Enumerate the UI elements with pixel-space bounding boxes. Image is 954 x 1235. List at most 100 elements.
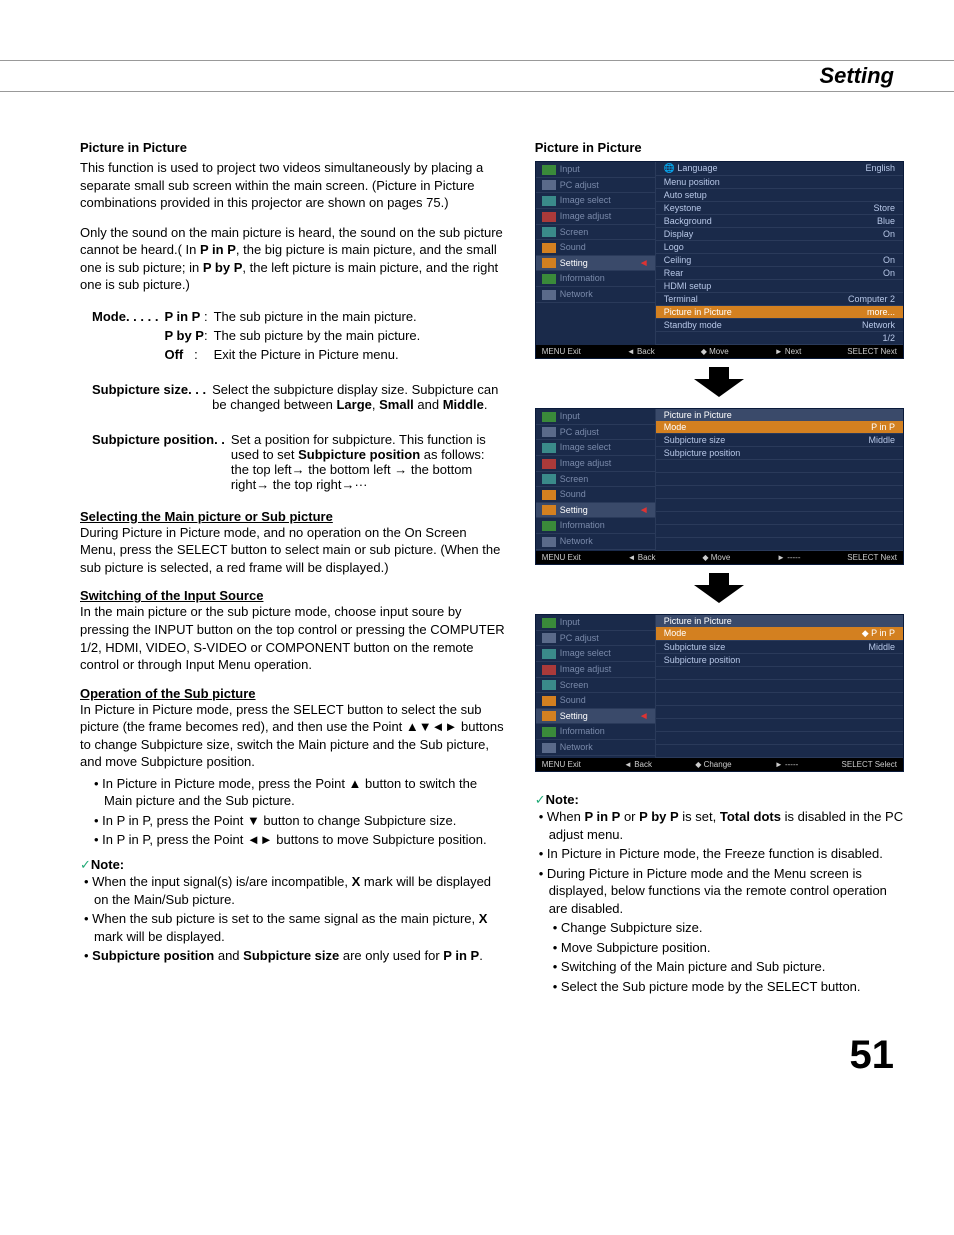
text: as follows: — [420, 447, 484, 462]
osd-footer: MENU Exit◄ Back◆ Move► NextSELECT Next — [536, 345, 903, 358]
osd-row-label: Subpicture position — [664, 448, 741, 458]
osd-row-label: 🌐 Language — [664, 163, 718, 174]
osd-side-label: Sound — [560, 242, 586, 252]
osd-row-label: Auto setup — [664, 190, 707, 200]
list-item: • When P in P or P by P is set, Total do… — [539, 808, 904, 843]
osd-row-value: ◆ P in P — [862, 628, 895, 639]
osd-side-label: Setting — [560, 711, 588, 721]
osd-main-title: Picture in Picture — [656, 409, 903, 421]
subsize-table: Subpicture size. . . Select the subpictu… — [90, 379, 505, 415]
osd-main-row: HDMI setup — [656, 280, 903, 293]
arrow-down-icon — [535, 573, 904, 606]
osd-row-label: HDMI setup — [664, 281, 712, 291]
osd-sidebar: InputPC adjustImage selectImage adjustSc… — [536, 409, 656, 551]
menu-icon — [542, 711, 556, 721]
osd-empty-row — [656, 512, 903, 525]
osd-main-row: TerminalComputer 2 — [656, 293, 903, 306]
pip-intro1: This function is used to project two vid… — [80, 159, 505, 212]
osd-side-label: Network — [560, 289, 593, 299]
osd-row-label: Logo — [664, 242, 684, 252]
menu-icon — [542, 290, 556, 300]
menu-icon — [542, 633, 556, 643]
osd-empty-row — [656, 732, 903, 745]
osd-side-label: Network — [560, 536, 593, 546]
osd-footer-item: ► ----- — [775, 760, 798, 769]
osd-empty-row — [656, 719, 903, 732]
osd-main-row: Auto setup — [656, 189, 903, 202]
caret-left-icon: ◄ — [639, 711, 649, 722]
osd-side-label: Screen — [560, 680, 589, 690]
arrow-down-icon — [535, 367, 904, 400]
mode-off: Off — [164, 347, 183, 362]
osd-row-value: English — [865, 163, 895, 174]
osd-side-label: Image select — [560, 648, 611, 658]
osd-row-label: Subpicture size — [664, 642, 726, 652]
list-item: • Change Subpicture size. — [553, 919, 904, 937]
mode-pinp-desc: The sub picture in the main picture. — [214, 308, 425, 325]
osd-side-item: Input — [536, 409, 655, 425]
content-area: Picture in Picture This function is used… — [80, 140, 904, 1003]
text: . — [479, 948, 483, 963]
mode-pbyp: P by P — [164, 328, 204, 343]
osd-footer: MENU Exit◄ Back◆ Move► -----SELECT Next — [536, 551, 903, 564]
text-bold: X — [352, 874, 361, 889]
menu-icon — [542, 680, 556, 690]
note-bullets: • When the input signal(s) is/are incomp… — [84, 873, 505, 965]
osd-footer-item: ◄ Back — [627, 347, 655, 356]
text-bold: Large — [336, 397, 371, 412]
osd-row-label: Mode — [664, 628, 687, 639]
dots: . . — [214, 432, 225, 447]
list-item: • In P in P, press the Point ◄► buttons … — [94, 831, 505, 849]
mode-label: Mode — [92, 309, 126, 324]
osd-side-label: Input — [560, 164, 580, 174]
list-item: • During Picture in Picture mode and the… — [539, 865, 904, 918]
sw-text: In the main picture or the sub picture m… — [80, 603, 505, 673]
osd-side-label: Image select — [560, 195, 611, 205]
osd-main-row: RearOn — [656, 267, 903, 280]
osd-footer-item: MENU Exit — [542, 347, 581, 356]
subpos-label: Subpicture position — [92, 432, 214, 447]
text: mark will be displayed. — [94, 929, 225, 944]
osd-main-row: 🌐 Language English — [656, 162, 903, 176]
menu-icon — [542, 227, 556, 237]
osd-side-label: Input — [560, 617, 580, 627]
osd-footer-item: SELECT Select — [842, 760, 897, 769]
menu-icon — [542, 443, 556, 453]
list-item: • In Picture in Picture mode, press the … — [94, 775, 505, 810]
osd-side-item: Image adjust — [536, 209, 655, 225]
text-bold: Small — [379, 397, 414, 412]
text-bold: Subpicture position — [298, 447, 420, 462]
osd-side-label: Information — [560, 726, 605, 736]
osd-row-label: Background — [664, 216, 712, 226]
osd-main-title: Picture in Picture — [656, 615, 903, 627]
osd-main-row: CeilingOn — [656, 254, 903, 267]
osd-row-value: more... — [867, 307, 895, 317]
mode-pbyp-desc: The sub picture by the main picture. — [214, 327, 425, 344]
osd-side-item: Setting ◄ — [536, 709, 655, 725]
menu-icon — [542, 537, 556, 547]
osd-footer-item: ◆ Change — [695, 760, 731, 769]
osd-side-item: Setting ◄ — [536, 256, 655, 272]
osd-row-label: Ceiling — [664, 255, 692, 265]
osd-side-item: Network — [536, 740, 655, 756]
list-item: • In P in P, press the Point ▼ button to… — [94, 812, 505, 830]
page-number: 51 — [80, 1033, 904, 1078]
menu-icon — [542, 618, 556, 628]
caret-left-icon: ◄ — [639, 505, 649, 516]
osd-main-row: DisplayOn — [656, 228, 903, 241]
osd-empty-row — [656, 680, 903, 693]
text-bold: P in P — [200, 242, 236, 257]
note-heading: ✓Note: — [80, 857, 505, 873]
op-bullets: • In Picture in Picture mode, press the … — [94, 775, 505, 849]
note-heading: ✓Note: — [535, 792, 904, 808]
osd-empty-row — [656, 473, 903, 486]
note-head: Note: — [91, 857, 124, 872]
osd-empty-row — [656, 486, 903, 499]
menu-icon — [542, 727, 556, 737]
osd-empty-row — [656, 693, 903, 706]
osd-row-value: Middle — [868, 642, 895, 652]
osd-side-item: Sound — [536, 240, 655, 256]
osd-footer-item: ◄ Back — [628, 553, 656, 562]
page: Setting Picture in Picture This function… — [0, 0, 954, 1118]
osd-side-item: Screen — [536, 472, 655, 488]
